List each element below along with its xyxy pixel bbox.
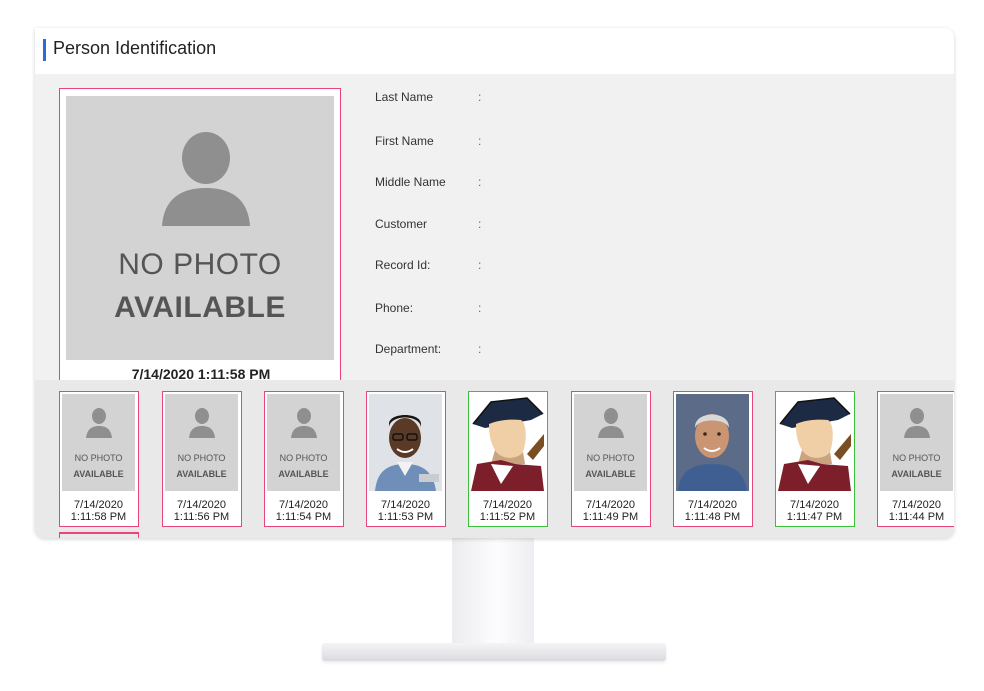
thumbnail-timestamp: 7/14/2020 1:11:56 PM (163, 499, 240, 523)
available-text: AVAILABLE (73, 469, 124, 479)
patriot-mascot-icon (471, 394, 544, 491)
thumbnail-timestamp: 7/14/2020 1:11:52 PM (469, 499, 546, 523)
middle-name-label: Middle Name (375, 175, 446, 189)
person-silhouette-icon (86, 408, 112, 438)
older-man-portrait-icon (676, 394, 749, 491)
young-man-portrait-icon (369, 394, 442, 491)
header-accent-bar (43, 39, 46, 61)
available-text: AVAILABLE (176, 469, 227, 479)
capture-thumbnail-matched[interactable]: 7/14/2020 1:11:52 PM (468, 391, 548, 527)
middle-name-value: : (478, 175, 482, 189)
last-name-value: : (478, 90, 482, 104)
capture-thumbnail-partial[interactable] (59, 532, 139, 538)
department-value: : (478, 342, 482, 356)
monitor-stand-neck (452, 536, 534, 648)
first-name-value: : (478, 134, 482, 148)
phone-label: Phone: (375, 301, 414, 315)
person-silhouette-icon (291, 408, 317, 438)
person-silhouette-icon (904, 408, 930, 438)
thumbnail-date: 7/14/2020 (279, 499, 328, 511)
person-photo (369, 394, 442, 491)
no-photo-text: NO PHOTO (177, 453, 226, 463)
thumbnail-date: 7/14/2020 (892, 499, 941, 511)
last-name-label: Last Name (375, 90, 434, 104)
thumbnail-time: 1:11:44 PM (888, 511, 945, 523)
no-photo-placeholder: NO PHOTO AVAILABLE (267, 394, 340, 491)
thumbnail-time: 1:11:53 PM (377, 511, 434, 523)
no-photo-placeholder: NO PHOTO AVAILABLE (574, 394, 647, 491)
record-id-value: : (478, 258, 482, 272)
thumbnail-timestamp: 7/14/2020 1:11:58 PM (60, 499, 137, 523)
monitor-screen: Person Identification NO PHOTO AVAILABLE… (35, 28, 954, 538)
thumbnail-date: 7/14/2020 (74, 499, 123, 511)
main-photo-card[interactable]: NO PHOTO AVAILABLE 7/14/2020 1:11:58 PM (59, 88, 341, 388)
available-text: AVAILABLE (891, 469, 942, 479)
no-photo-text: NO PHOTO (74, 453, 123, 463)
capture-thumbnail[interactable]: 7/14/2020 1:11:53 PM (366, 391, 446, 527)
identification-panel: NO PHOTO AVAILABLE 7/14/2020 1:11:58 PM … (35, 74, 954, 388)
thumbnail-date: 7/14/2020 (586, 499, 635, 511)
capture-thumbnail[interactable]: 7/14/2020 1:11:48 PM (673, 391, 753, 527)
customer-value: : (478, 217, 482, 231)
person-silhouette-icon (598, 408, 624, 438)
department-label: Department: (375, 342, 442, 356)
person-photo (676, 394, 749, 491)
thumbnail-date: 7/14/2020 (177, 499, 226, 511)
thumbnail-date: 7/14/2020 (688, 499, 737, 511)
thumbnail-time: 1:11:48 PM (684, 511, 741, 523)
person-silhouette-icon (189, 408, 215, 438)
person-silhouette-icon (162, 132, 250, 226)
no-photo-text: NO PHOTO (118, 248, 282, 281)
thumbnail-date: 7/14/2020 (790, 499, 839, 511)
thumbnail-time: 1:11:52 PM (479, 511, 536, 523)
panel-header: Person Identification (35, 28, 954, 74)
thumbnail-timestamp: 7/14/2020 1:11:44 PM (878, 499, 954, 523)
page-title: Person Identification (53, 38, 217, 58)
capture-thumbnail[interactable]: NO PHOTO AVAILABLE 7/14/2020 1:11:49 PM (571, 391, 651, 527)
capture-thumbnail-matched[interactable]: 7/14/2020 1:11:47 PM (775, 391, 855, 527)
thumbnail-timestamp: 7/14/2020 1:11:47 PM (776, 499, 853, 523)
capture-thumbnail[interactable]: NO PHOTO AVAILABLE 7/14/2020 1:11:58 PM (59, 391, 139, 527)
record-id-label: Record Id: (375, 258, 431, 272)
no-photo-placeholder: NO PHOTO AVAILABLE (880, 394, 953, 491)
no-photo-text: NO PHOTO (586, 453, 635, 463)
thumbnail-time: 1:11:58 PM (70, 511, 127, 523)
available-text: AVAILABLE (585, 469, 636, 479)
customer-label: Customer (375, 217, 428, 231)
no-photo-placeholder: NO PHOTO AVAILABLE (165, 394, 238, 491)
thumbnail-time: 1:11:47 PM (786, 511, 843, 523)
available-text: AVAILABLE (114, 291, 286, 324)
thumbnail-date: 7/14/2020 (483, 499, 532, 511)
no-photo-text: NO PHOTO (892, 453, 941, 463)
mascot-image (778, 394, 851, 491)
patriot-mascot-icon (778, 394, 851, 491)
capture-thumbnail[interactable]: NO PHOTO AVAILABLE 7/14/2020 1:11:44 PM (877, 391, 954, 527)
no-photo-placeholder: NO PHOTO AVAILABLE (66, 96, 334, 360)
available-text: AVAILABLE (278, 469, 329, 479)
capture-thumbnail[interactable]: NO PHOTO AVAILABLE 7/14/2020 1:11:54 PM (264, 391, 344, 527)
no-photo-text: NO PHOTO (279, 453, 328, 463)
no-photo-placeholder: NO PHOTO AVAILABLE (62, 394, 135, 491)
thumbnail-date: 7/14/2020 (381, 499, 430, 511)
thumbnail-time: 1:11:49 PM (582, 511, 639, 523)
thumbnail-timestamp: 7/14/2020 1:11:54 PM (265, 499, 342, 523)
monitor-stand-base (322, 643, 666, 661)
phone-value: : (478, 301, 482, 315)
capture-thumbnail[interactable]: NO PHOTO AVAILABLE 7/14/2020 1:11:56 PM (162, 391, 242, 527)
thumbnail-timestamp: 7/14/2020 1:11:53 PM (367, 499, 444, 523)
capture-history-strip: NO PHOTO AVAILABLE 7/14/2020 1:11:58 PM … (35, 380, 954, 538)
mascot-image (471, 394, 544, 491)
first-name-label: First Name (375, 134, 434, 148)
thumbnail-time: 1:11:54 PM (275, 511, 332, 523)
thumbnail-timestamp: 7/14/2020 1:11:48 PM (674, 499, 751, 523)
thumbnail-time: 1:11:56 PM (173, 511, 230, 523)
thumbnail-timestamp: 7/14/2020 1:11:49 PM (572, 499, 649, 523)
